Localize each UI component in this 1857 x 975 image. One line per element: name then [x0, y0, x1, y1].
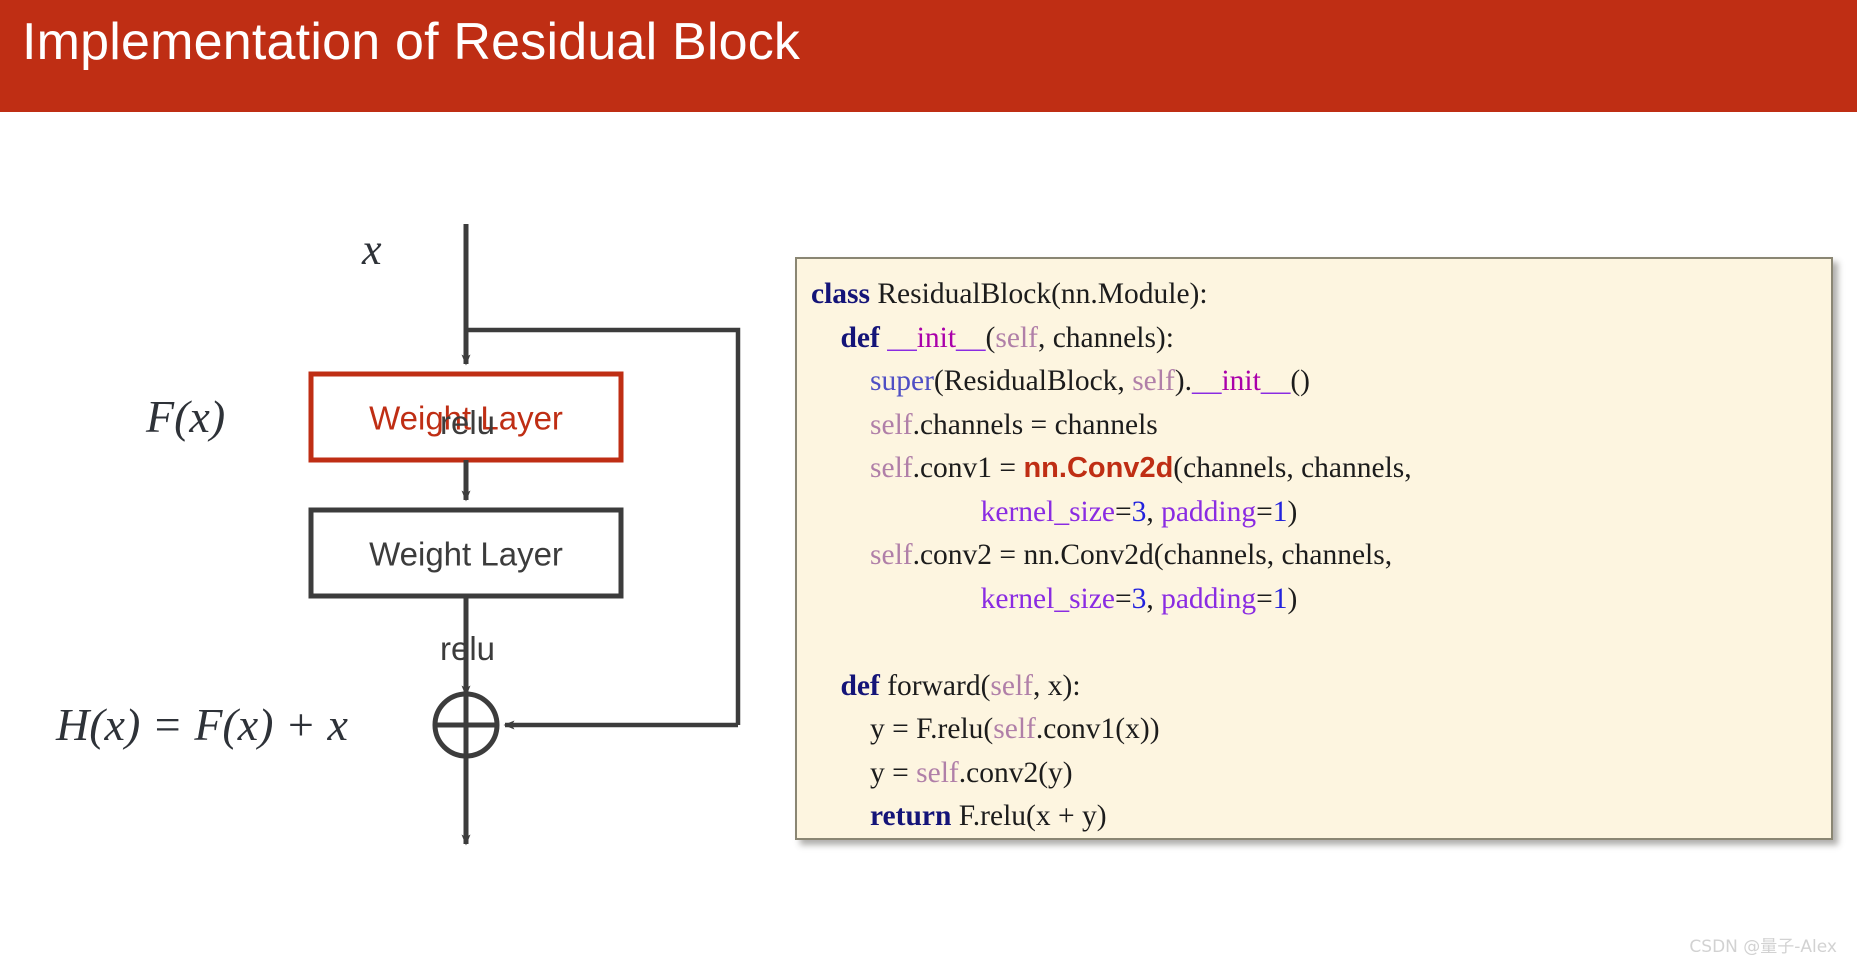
input-label-x: x: [361, 225, 382, 274]
token-return-keyword: return: [870, 800, 952, 832]
code-block: class ResidualBlock(nn.Module): def __in…: [795, 257, 1833, 840]
output-equation-label: H(x) = F(x) + x: [55, 699, 349, 750]
page-title: Implementation of Residual Block: [22, 13, 801, 71]
token-init-name: init: [916, 321, 957, 354]
title-banner: Implementation of Residual Block: [0, 0, 1857, 112]
token-padding-kwarg: padding: [1161, 495, 1257, 528]
residual-function-label: F(x): [145, 391, 225, 442]
token-super-builtin: super: [870, 365, 934, 397]
residual-block-diagram: x Weight Layer relu Weight Layer relu F(…: [0, 112, 800, 892]
token-kernel-size-kwarg: kernel_size: [980, 495, 1115, 528]
watermark: CSDN @量子-Alex: [1689, 937, 1837, 957]
relu-label-2: relu: [440, 630, 495, 667]
code-content: class ResidualBlock(nn.Module): def __in…: [811, 278, 1412, 832]
diagram-canvas: x Weight Layer relu Weight Layer relu F(…: [55, 224, 741, 846]
token-def-keyword: def: [840, 321, 880, 354]
weight-layer-label-2: Weight Layer: [369, 536, 563, 573]
relu-label-1: relu: [440, 404, 495, 441]
token-def-keyword-forward: def: [840, 669, 880, 702]
token-conv2d-highlight: nn.Conv2d: [1023, 452, 1174, 484]
circled-plus-icon: [432, 691, 500, 759]
token-class-keyword: class: [811, 278, 870, 310]
